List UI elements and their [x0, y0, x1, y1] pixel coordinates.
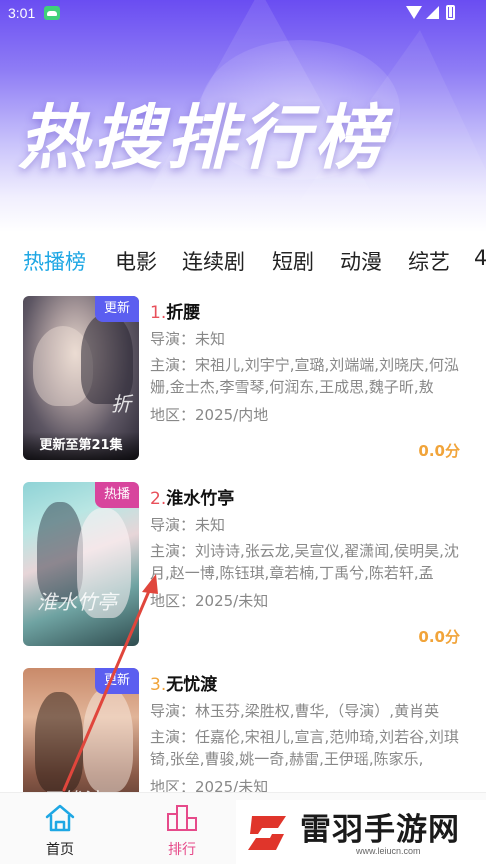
page-title: 热搜排行榜: [18, 97, 388, 179]
status-badge: 热播: [94, 482, 139, 508]
episode-caption: 更新至第21集: [23, 432, 139, 460]
watermark-logo-icon: [248, 816, 286, 850]
nav-ranking[interactable]: 排行: [142, 793, 222, 864]
watermark-text: 雷羽手游网: [300, 812, 460, 848]
nav-home[interactable]: 首页: [20, 793, 100, 864]
tab-anime[interactable]: 动漫: [340, 246, 382, 276]
item-title[interactable]: 2.淮水竹亭: [150, 484, 234, 509]
poster-image[interactable]: 淮水竹亭 热播: [23, 482, 139, 646]
region-text: 地区：2025/未知: [150, 592, 269, 610]
tab-short-drama[interactable]: 短剧: [272, 246, 314, 276]
cast-text: 主演：刘诗诗,张云龙,吴宣仪,翟潇闻,侯明昊,沈月,赵一博,陈钰琪,章若楠,丁禹…: [150, 542, 459, 582]
title-text: 无忧渡: [166, 675, 218, 695]
status-bar: 3:01: [0, 0, 486, 26]
tab-hot[interactable]: 热播榜: [23, 246, 86, 276]
poster-figure: [83, 688, 133, 792]
item-title[interactable]: 3.无忧渡: [150, 670, 217, 695]
region-text: 地区：2025/内地: [150, 406, 269, 424]
status-badge: 更新: [94, 668, 139, 694]
score-text: 0.0分: [418, 628, 460, 646]
tab-movie[interactable]: 电影: [115, 246, 157, 276]
category-tabs: 热播榜 电影 连续剧 短剧 动漫 综艺 4: [0, 240, 486, 280]
home-icon: [45, 804, 75, 832]
poster-figure: [35, 692, 83, 792]
tab-series[interactable]: 连续剧: [182, 246, 245, 276]
poster-calligraphy: 淮水竹亭: [37, 590, 117, 614]
item-title[interactable]: 1.折腰: [150, 298, 200, 323]
list-item[interactable]: 折 更新 更新至第21集 1.折腰 导演：未知 主演：宋祖儿,刘宇宁,宣璐,刘端…: [0, 296, 486, 464]
wifi-icon: [406, 6, 422, 19]
status-time: 3:01: [8, 5, 36, 21]
title-text: 折腰: [166, 303, 201, 323]
tab-more[interactable]: 4: [474, 246, 486, 270]
poster-image[interactable]: 折 更新 更新至第21集: [23, 296, 139, 460]
title-text: 淮水竹亭: [166, 489, 235, 509]
status-badge: 更新: [94, 296, 139, 322]
battery-icon: [446, 5, 455, 20]
rank-number: 1.: [150, 303, 167, 323]
cast-text: 主演：任嘉伦,宋祖儿,宣言,范帅琦,刘若谷,刘琪锜,张垒,曹骏,姚一奇,赫雷,王…: [150, 728, 459, 768]
notification-app-icon: [44, 6, 60, 20]
list-item[interactable]: 淮水竹亭 热播 2.淮水竹亭 导演：未知 主演：刘诗诗,张云龙,吴宣仪,翟潇闻,…: [0, 482, 486, 650]
signal-icon: [426, 6, 439, 19]
hero-banner: 热搜排行榜: [0, 0, 486, 232]
rank-number: 2.: [150, 489, 167, 509]
nav-home-label: 首页: [46, 842, 74, 858]
cast-text: 主演：宋祖儿,刘宇宁,宣璐,刘端端,刘晓庆,何泓姗,金士杰,李雪琴,何润东,王成…: [150, 356, 459, 396]
ranking-icon: [167, 805, 197, 831]
director-text: 导演：未知: [150, 516, 226, 534]
tab-variety[interactable]: 综艺: [408, 246, 450, 276]
director-text: 导演：林玉芬,梁胜权,曹华,（导演）,黄肖英: [150, 702, 440, 720]
watermark: 雷羽手游网 www.leiucn.com: [236, 800, 486, 864]
watermark-url: www.leiucn.com: [356, 846, 421, 856]
director-text: 导演：未知: [150, 330, 226, 348]
nav-ranking-label: 排行: [168, 842, 196, 858]
score-text: 0.0分: [418, 442, 460, 460]
poster-calligraphy: 折: [111, 392, 131, 416]
rank-number: 3.: [150, 675, 167, 695]
